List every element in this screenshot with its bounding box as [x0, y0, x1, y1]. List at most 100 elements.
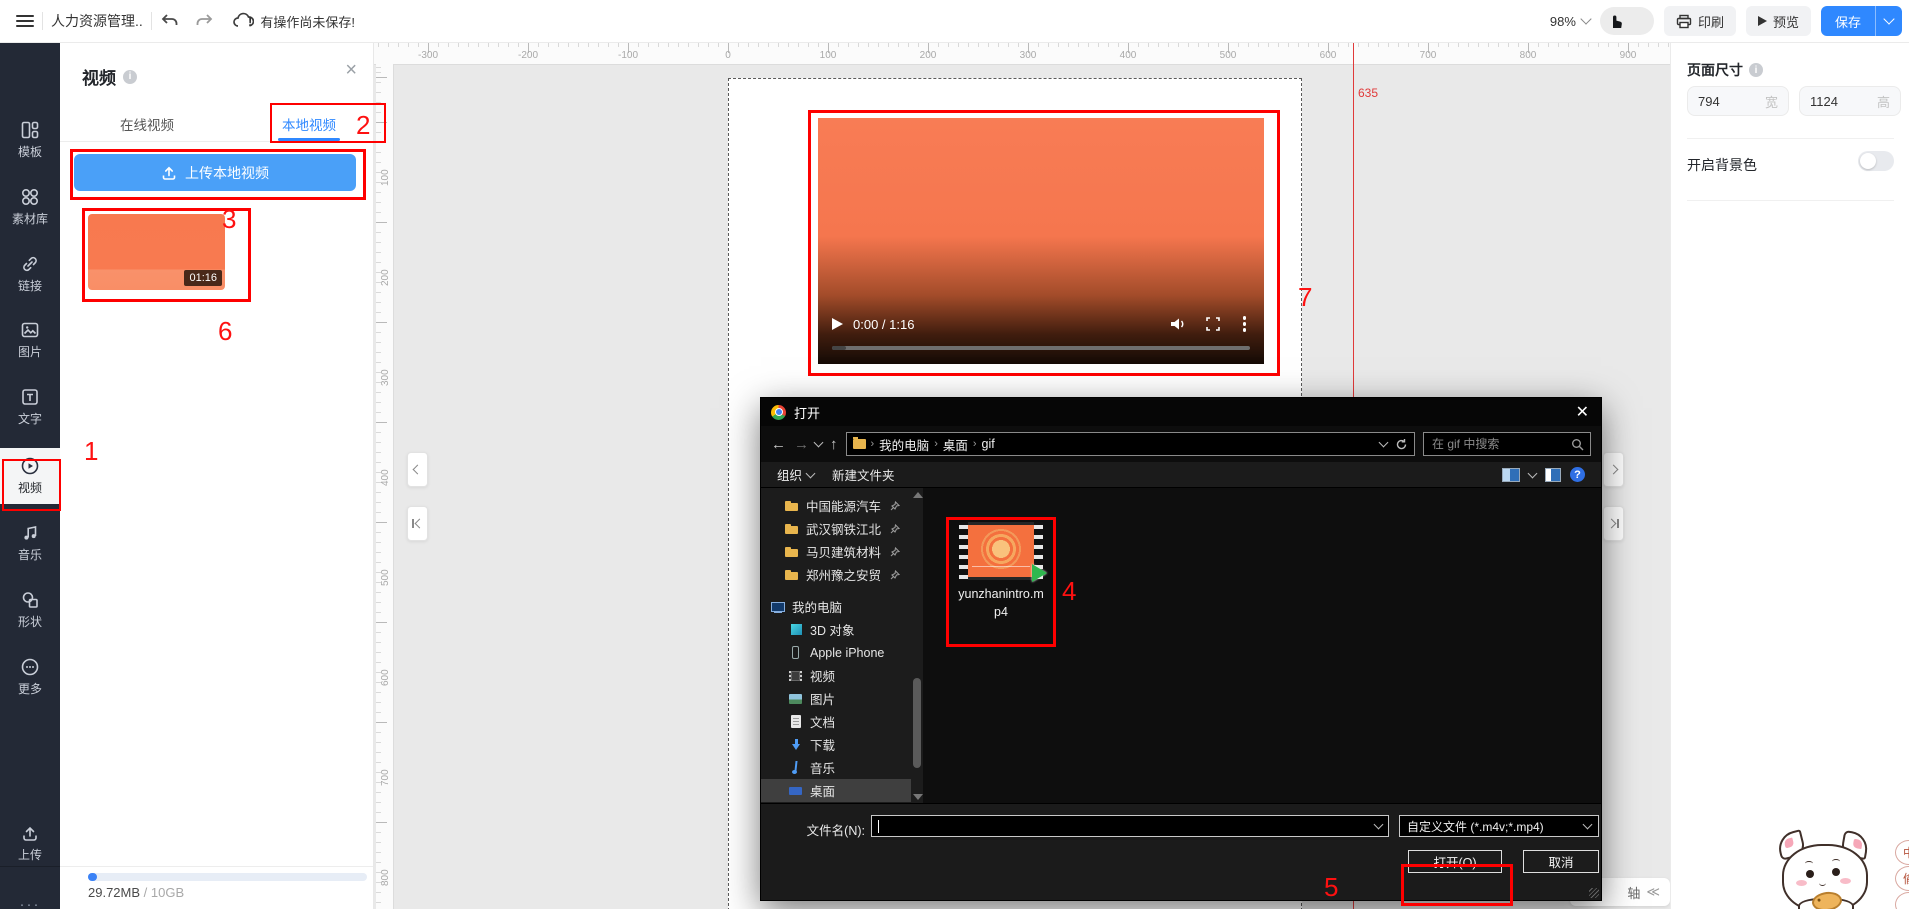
sidebar-item-materials[interactable]: 素材库 — [0, 179, 60, 235]
filename-input[interactable] — [871, 815, 1389, 837]
player-play-icon[interactable] — [832, 318, 843, 330]
tree-item-label[interactable]: 我的电脑 — [792, 597, 842, 616]
tab-local-video[interactable]: 本地视频 — [282, 114, 336, 134]
document-title[interactable]: 人力资源管理... — [51, 11, 143, 31]
search-box[interactable] — [1423, 432, 1591, 456]
collapse-right-panel-to-edge-button[interactable] — [1603, 506, 1624, 541]
video-file-item[interactable]: yunzhanintro.m p4 — [951, 522, 1051, 621]
page-height-input[interactable]: 1124 高 — [1799, 86, 1901, 116]
up-icon[interactable]: ↑ — [830, 437, 838, 452]
tree-item-label[interactable]: 文档 — [810, 712, 835, 731]
help-icon[interactable]: ? — [1570, 467, 1585, 482]
tab-online-video[interactable]: 在线视频 — [120, 114, 174, 134]
collapse-panel-to-edge-button[interactable] — [407, 506, 428, 541]
tree-item-label[interactable]: Apple iPhone — [810, 646, 884, 660]
search-input[interactable] — [1430, 436, 1567, 452]
tree-item[interactable]: 中国能源汽车 — [761, 494, 911, 517]
filename-dropdown-icon[interactable] — [1374, 820, 1384, 830]
breadcrumb-item[interactable]: › 桌面 — [934, 435, 968, 454]
back-icon[interactable]: ← — [771, 437, 786, 452]
view-mode-icon[interactable] — [1502, 468, 1520, 482]
redo-icon[interactable] — [194, 12, 214, 30]
tree-item[interactable]: Apple iPhone — [761, 641, 911, 664]
cat-mascot[interactable] — [1764, 834, 1896, 909]
tree-item-label[interactable]: 武汉钢铁江北 — [806, 519, 881, 538]
sidebar-item-shape[interactable]: 形状 — [0, 582, 60, 638]
tree-item-label[interactable]: 下载 — [810, 735, 835, 754]
preview-pane-icon[interactable] — [1545, 468, 1561, 482]
info-icon[interactable]: i — [1749, 63, 1763, 77]
tree-item[interactable]: 图片 — [761, 687, 911, 710]
sidebar-item-template[interactable]: 模板 — [0, 112, 60, 168]
tree-item[interactable]: 武汉钢铁江北 — [761, 517, 911, 540]
kebab-menu-icon[interactable] — [1239, 316, 1251, 332]
tree-item-label[interactable]: 3D 对象 — [810, 620, 854, 639]
open-button[interactable]: 打开(O) — [1408, 850, 1502, 873]
menu-icon[interactable] — [16, 15, 34, 27]
tree-item[interactable]: 下载 — [761, 733, 911, 756]
breadcrumb-label[interactable]: 桌面 — [943, 435, 968, 454]
collapse-right-panel-button[interactable] — [1603, 452, 1624, 487]
tree-item[interactable]: 马贝建筑材料 — [761, 540, 911, 563]
sidebar-item-video[interactable]: 视频 — [0, 448, 60, 504]
sidebar-item-music[interactable]: 音乐 — [0, 515, 60, 571]
zoom-control[interactable]: 98% — [1550, 14, 1590, 29]
scrollbar-thumb[interactable] — [913, 678, 921, 768]
history-chevron-icon[interactable] — [814, 438, 824, 448]
tree-scrollbar[interactable] — [911, 488, 923, 804]
tree-item[interactable]: 视频 — [761, 664, 911, 687]
tree-item[interactable]: 3D 对象 — [761, 618, 911, 641]
scroll-down-icon[interactable] — [913, 794, 923, 800]
tree-item-label[interactable]: 中国能源汽车 — [806, 496, 881, 515]
save-button[interactable]: 保存 — [1821, 6, 1902, 36]
sidebar-item-image[interactable]: 图片 — [0, 312, 60, 368]
breadcrumb-label[interactable]: 我的电脑 — [879, 435, 929, 454]
preview-button[interactable]: 预览 — [1746, 6, 1811, 36]
save-label[interactable]: 保存 — [1821, 6, 1875, 36]
tree-item-label[interactable]: 郑州豫之安贸 — [806, 565, 881, 584]
tree-item-label[interactable]: 图片 — [810, 689, 835, 708]
collapse-panel-button[interactable] — [407, 452, 428, 487]
tree-item-label[interactable]: 视频 — [810, 666, 835, 685]
refresh-icon[interactable] — [1395, 438, 1408, 451]
resize-grip[interactable] — [1589, 888, 1599, 898]
address-bar[interactable]: › 我的电脑 › 桌面 › gif — [846, 432, 1416, 456]
breadcrumb-item[interactable]: › 我的电脑 — [871, 435, 930, 454]
scroll-up-icon[interactable] — [913, 492, 923, 498]
user-avatar[interactable] — [1600, 7, 1654, 35]
print-button[interactable]: 印刷 — [1664, 6, 1736, 36]
file-list-area[interactable]: yunzhanintro.m p4 — [923, 488, 1601, 804]
breadcrumb-item[interactable]: › gif — [973, 437, 995, 451]
organize-menu[interactable]: 组织 — [777, 465, 814, 484]
cancel-button[interactable]: 取消 — [1523, 850, 1599, 873]
canvas-video-player[interactable]: 0:00 / 1:16 — [818, 118, 1264, 364]
view-mode-chevron-icon[interactable] — [1528, 468, 1538, 478]
tree-item[interactable]: 桌面 — [761, 779, 911, 802]
address-dropdown-icon[interactable] — [1379, 438, 1389, 448]
dialog-titlebar[interactable]: 打开 ✕ — [761, 398, 1601, 426]
upload-local-video-button[interactable]: 上传本地视频 — [74, 154, 356, 191]
fullscreen-icon[interactable] — [1205, 316, 1221, 332]
filetype-select[interactable]: 自定义文件 (*.m4v;*.mp4) — [1399, 815, 1599, 837]
player-progress-bar[interactable] — [832, 346, 1250, 350]
save-dropdown[interactable] — [1875, 6, 1902, 36]
sidebar-item-link[interactable]: 链接 — [0, 246, 60, 302]
breadcrumb-label[interactable]: gif — [982, 437, 995, 451]
tree-item-label[interactable]: 桌面 — [810, 781, 835, 800]
tree-item[interactable]: 郑州豫之安贸 — [761, 563, 911, 586]
background-color-toggle[interactable] — [1858, 151, 1894, 171]
sidebar-item-upload[interactable]: 上传 — [0, 815, 60, 871]
info-icon[interactable]: i — [123, 70, 137, 84]
close-icon[interactable]: × — [345, 60, 357, 80]
sidebar-more-dots[interactable]: ··· — [0, 896, 60, 909]
tree-item-label[interactable]: 马贝建筑材料 — [806, 542, 881, 561]
video-thumbnail[interactable]: 01:16 — [88, 214, 225, 290]
video-file-name[interactable]: yunzhanintro.m p4 — [951, 586, 1051, 621]
undo-icon[interactable] — [160, 12, 180, 30]
volume-icon[interactable] — [1169, 316, 1187, 332]
dialog-close-icon[interactable]: ✕ — [1576, 402, 1589, 422]
forward-icon[interactable]: → — [794, 437, 809, 452]
tree-item-label[interactable]: 音乐 — [810, 758, 835, 777]
tree-item[interactable]: 音乐 — [761, 756, 911, 779]
new-folder-button[interactable]: 新建文件夹 — [832, 465, 895, 484]
